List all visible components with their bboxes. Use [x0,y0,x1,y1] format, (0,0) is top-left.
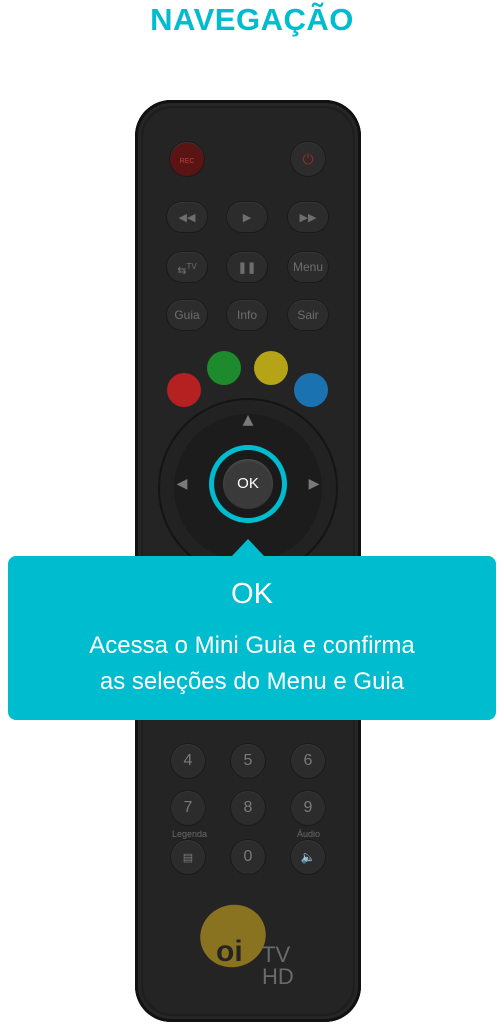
sair-label: Sair [297,308,319,322]
audio-label: Áudio [297,829,321,839]
tooltip-description: Acessa o Mini Guia e confirma as seleçõe… [8,628,496,700]
number-9-button[interactable]: 9 [291,791,325,825]
number-8-button[interactable]: 8 [231,791,265,825]
ok-button[interactable]: OK [223,459,273,509]
oi-logo-text: oi [216,935,243,968]
page-title: NAVEGAÇÃO [150,2,354,37]
subtitles-icon: ▤ [182,852,194,864]
fast-forward-icon: ▶▶ [299,212,317,224]
arrow-right-icon: ▶ [308,476,320,492]
ok-ring-gap: OK [214,450,282,518]
info-button[interactable]: Info [227,300,267,330]
dpad-left-button[interactable]: ◀ [172,476,192,492]
green-button[interactable] [207,351,241,385]
legenda-button[interactable]: ▤ [171,840,205,874]
tooltip-title: OK [231,578,273,610]
arrow-up-icon: ▲ [242,412,254,428]
play-icon: ▶ [242,212,252,224]
info-label: Info [236,308,257,322]
pause-button[interactable]: ❚❚ [227,252,267,282]
pause-icon: ❚❚ [237,262,257,274]
logo-tv-text: TV [262,942,291,967]
fast-forward-button[interactable]: ▶▶ [288,202,328,232]
menu-label: Menu [292,260,324,274]
tooltip: OK Acessa o Mini Guia e confirma as sele… [8,556,496,720]
rewind-icon: ◀◀ [178,212,196,224]
rewind-button[interactable]: ◀◀ [167,202,207,232]
tv-hd-logo: TV HD [262,944,294,988]
dpad-right-button[interactable]: ▶ [304,476,324,492]
menu-button[interactable]: Menu [288,252,328,282]
number-5-button[interactable]: 5 [231,744,265,778]
tooltip-line-2: as seleções do Menu e Guia [99,668,405,695]
logo-hd-text: HD [262,964,294,989]
number-4-button[interactable]: 4 [171,744,205,778]
red-button[interactable] [167,373,201,407]
legenda-label: Legenda [172,829,208,839]
number-0-button[interactable]: 0 [231,840,265,874]
tv-label: TV [186,262,197,271]
number-6-button[interactable]: 6 [291,744,325,778]
audio-button[interactable]: 🔈 [291,840,325,874]
power-icon: ⏻ [302,151,314,167]
sair-button[interactable]: Sair [288,300,328,330]
blue-button[interactable] [294,373,328,407]
rec-button[interactable]: REC [170,142,204,176]
arrow-left-icon: ◀ [176,476,188,492]
yellow-button[interactable] [254,351,288,385]
tooltip-pointer [231,539,265,557]
play-button[interactable]: ▶ [227,202,267,232]
rec-label: REC [179,158,195,165]
guia-label: Guia [174,308,200,322]
tooltip-line-1: Acessa o Mini Guia e confirma [89,632,415,659]
power-button[interactable]: ⏻ [291,142,325,176]
dpad-up-button[interactable]: ▲ [238,412,258,428]
guia-button[interactable]: Guia [167,300,207,330]
tv-button[interactable]: ⇆TV [167,252,207,282]
number-7-button[interactable]: 7 [171,791,205,825]
ok-highlight-ring: OK [209,445,287,523]
speaker-icon: 🔈 [300,850,316,864]
